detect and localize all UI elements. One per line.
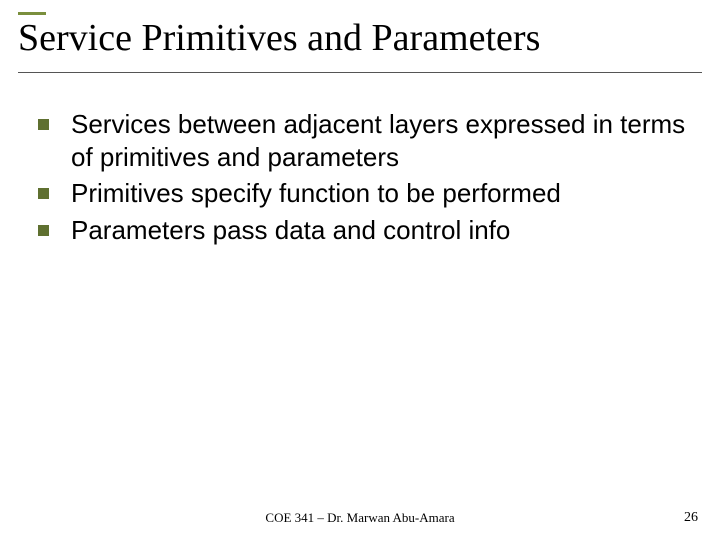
list-item: Primitives specify function to be perfor… — [38, 177, 690, 210]
title-underline — [18, 72, 702, 73]
title-area: Service Primitives and Parameters — [18, 12, 702, 73]
slide-container: Service Primitives and Parameters Servic… — [0, 0, 720, 540]
square-bullet-icon — [38, 225, 49, 236]
accent-line — [18, 12, 46, 15]
footer-text: COE 341 – Dr. Marwan Abu-Amara — [0, 510, 720, 526]
bullet-text: Primitives specify function to be perfor… — [71, 177, 561, 210]
bullet-text: Parameters pass data and control info — [71, 214, 510, 247]
bullet-text: Services between adjacent layers express… — [71, 108, 690, 173]
square-bullet-icon — [38, 188, 49, 199]
list-item: Services between adjacent layers express… — [38, 108, 690, 173]
page-number: 26 — [684, 510, 698, 526]
slide-title: Service Primitives and Parameters — [18, 12, 702, 70]
content-area: Services between adjacent layers express… — [38, 108, 690, 250]
list-item: Parameters pass data and control info — [38, 214, 690, 247]
square-bullet-icon — [38, 119, 49, 130]
